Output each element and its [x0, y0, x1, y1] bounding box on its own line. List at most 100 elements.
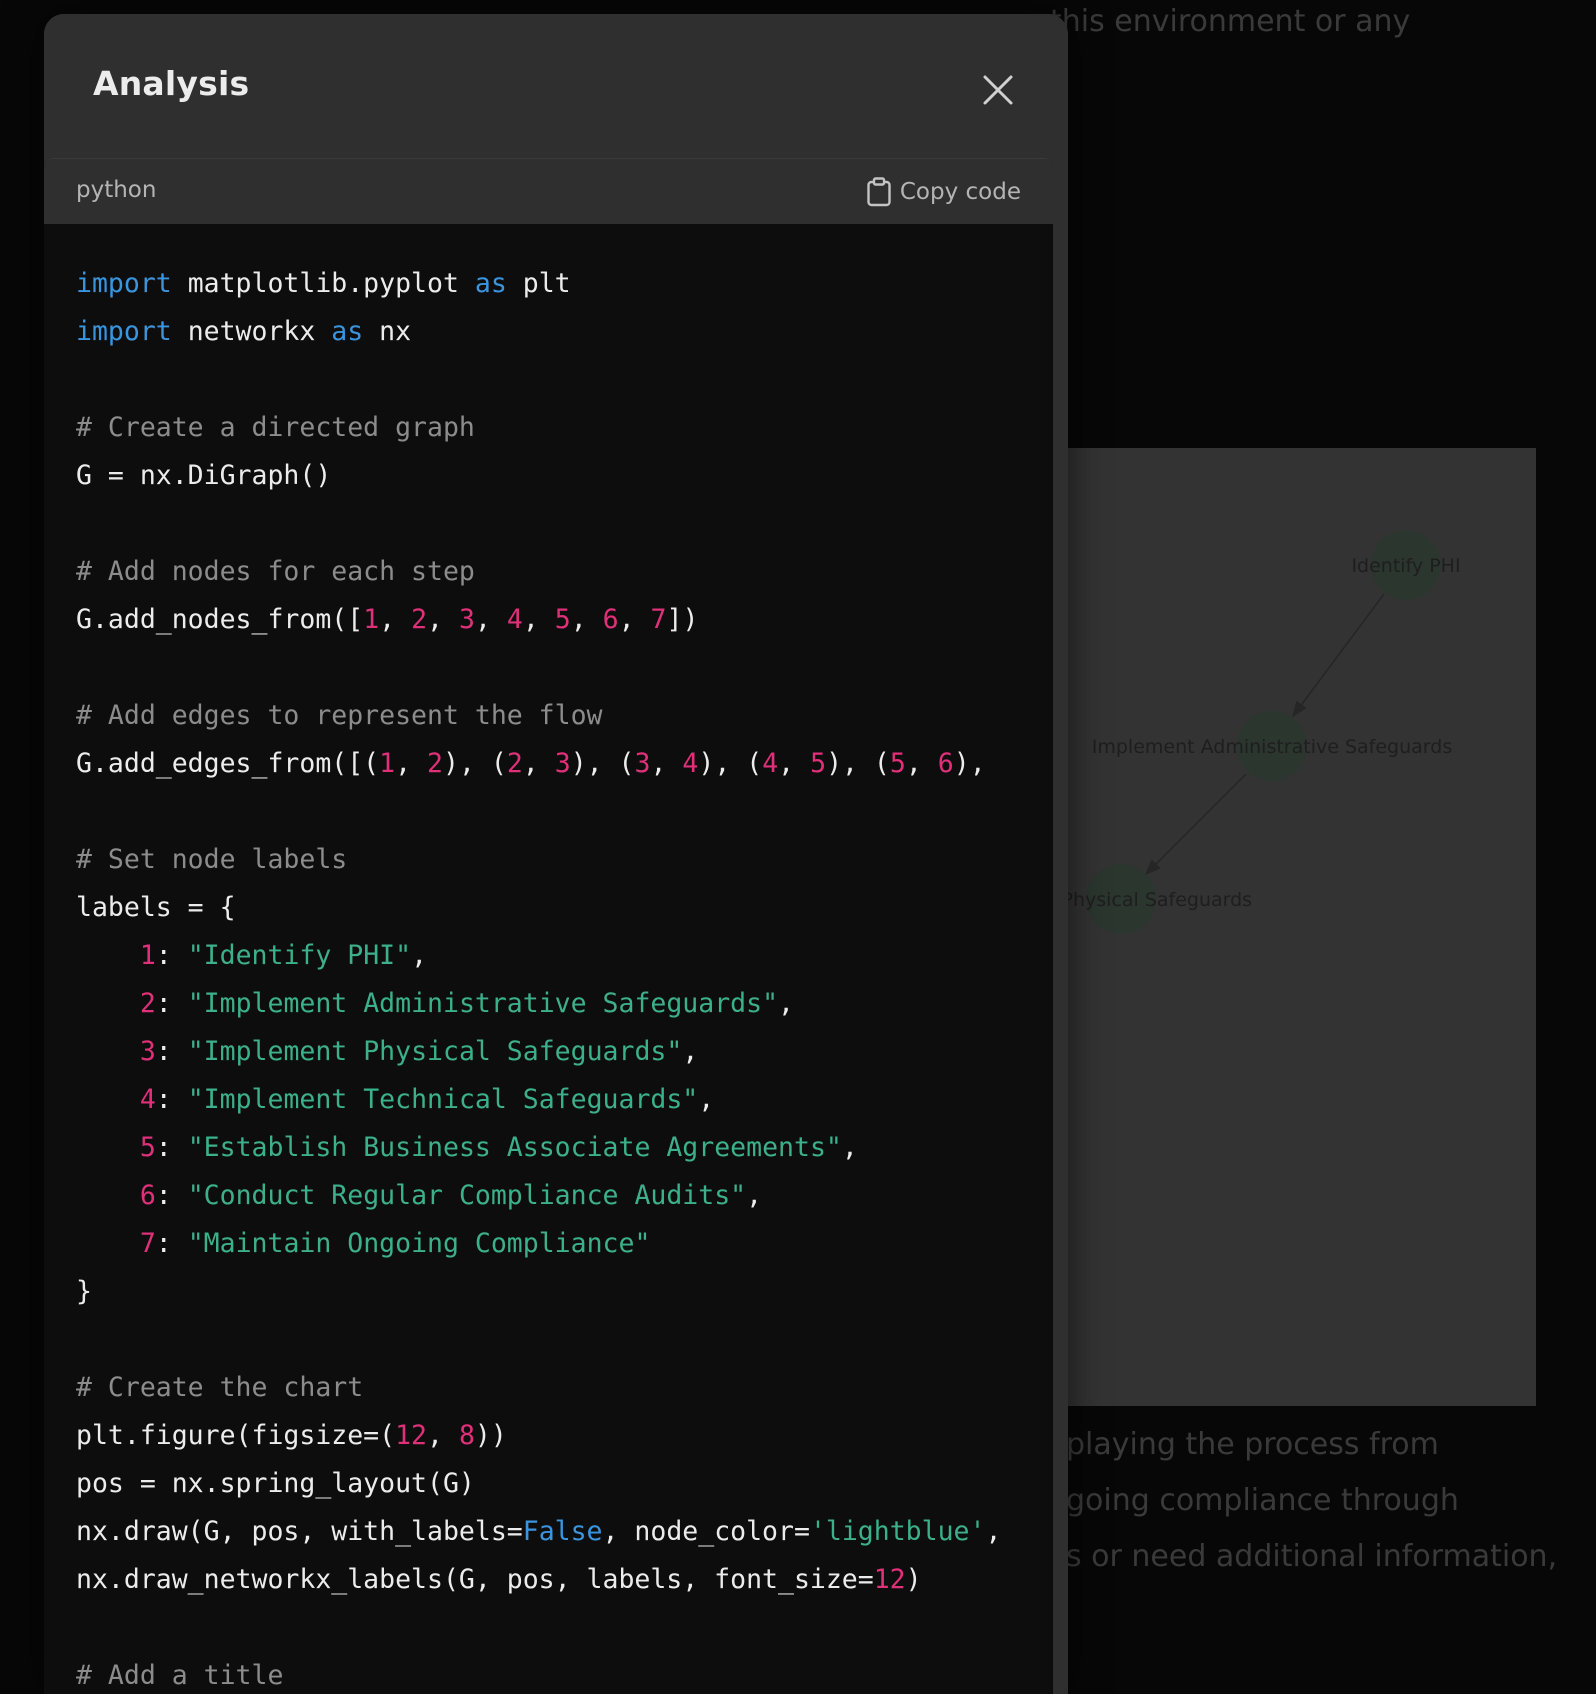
code-token: plt.figure(figsize=( [76, 1420, 396, 1451]
code-line: } [76, 1268, 1053, 1316]
code-line: labels = { [76, 884, 1053, 932]
code-token: , [379, 604, 412, 635]
code-line: # Set node labels [76, 836, 1053, 884]
code-line: G.add_nodes_from([1, 2, 3, 4, 5, 6, 7]) [76, 596, 1053, 644]
code-token: nx.draw(G, pos, with_labels= [76, 1516, 523, 1547]
code-line: ​ [76, 1316, 1053, 1364]
code-content[interactable]: import matplotlib.pyplot as plt import ne… [76, 260, 1053, 1694]
code-line: # Add a title [76, 1652, 1053, 1694]
code-token: 5 [889, 748, 906, 779]
code-block-header: python Copy code [44, 158, 1053, 224]
code-token: ), [953, 748, 986, 779]
code-token: 'lightblue' [809, 1516, 986, 1547]
code-token: , [395, 748, 428, 779]
code-line: ​ [76, 644, 1053, 692]
code-token: )) [474, 1420, 507, 1451]
code-line: import matplotlib.pyplot as plt [76, 260, 1053, 308]
code-token: , [698, 1084, 715, 1115]
code-token: 1 [379, 748, 396, 779]
code-token: , [778, 748, 811, 779]
code-token: plt [506, 268, 571, 299]
code-token: G.add_edges_from([( [76, 748, 380, 779]
code-line: plt.figure(figsize=(12, 8)) [76, 1412, 1053, 1460]
close-button[interactable] [976, 68, 1020, 112]
code-token: ]) [666, 604, 699, 635]
code-token: 4 [762, 748, 779, 779]
code-token: ), ( [826, 748, 890, 779]
code-token: : [155, 940, 188, 971]
graph-node-label-1: Identify PHI [1351, 555, 1460, 577]
code-token: 4 [139, 1084, 156, 1115]
copy-code-button[interactable]: Copy code [866, 171, 1021, 213]
code-token: import [76, 316, 172, 347]
code-token: , [985, 1516, 1002, 1547]
code-token: 6 [937, 748, 954, 779]
code-token: 12 [873, 1564, 906, 1595]
code-token: 5 [810, 748, 827, 779]
code-line: 2: "Implement Administrative Safeguards"… [76, 980, 1053, 1028]
code-token: , [570, 604, 603, 635]
code-line: # Add edges to represent the flow [76, 692, 1053, 740]
modal-title: Analysis [93, 64, 250, 103]
background-text-line-2: going compliance through [1066, 1483, 1459, 1518]
code-token: 6 [602, 604, 619, 635]
analysis-modal: Analysis python Copy code import matplot… [44, 14, 1068, 1694]
code-token: G = nx.DiGraph() [76, 460, 332, 491]
copy-code-label: Copy code [899, 179, 1021, 205]
code-token: 8 [458, 1420, 475, 1451]
code-token: : [155, 1180, 188, 1211]
code-token: , [474, 604, 507, 635]
code-token: 3 [634, 748, 651, 779]
code-line: ​ [76, 1604, 1053, 1652]
code-token: "Conduct Regular Compliance Audits" [187, 1180, 747, 1211]
code-token: , [522, 748, 555, 779]
code-token: # Set node labels [76, 844, 348, 875]
code-token: # Add a title [76, 1660, 284, 1691]
code-line: 6: "Conduct Regular Compliance Audits", [76, 1172, 1053, 1220]
code-token: , [778, 988, 794, 1019]
code-token: 1 [363, 604, 380, 635]
code-token: nx.draw_networkx_labels(G, pos, labels, … [76, 1564, 874, 1595]
code-token: as [331, 316, 364, 347]
code-line: ​ [76, 356, 1053, 404]
code-line: 4: "Implement Technical Safeguards", [76, 1076, 1053, 1124]
graph-edge-1-2 [1292, 593, 1385, 718]
code-token: 3 [139, 1036, 156, 1067]
code-token: 4 [506, 604, 523, 635]
code-token: 2 [427, 748, 443, 779]
code-token: 6 [139, 1180, 156, 1211]
graph-edge-2-3 [1144, 773, 1247, 876]
code-token: } [76, 1276, 92, 1307]
code-token: , [905, 748, 938, 779]
code-token: , node_color= [602, 1516, 810, 1547]
code-line: 7: "Maintain Ongoing Compliance" [76, 1220, 1053, 1268]
graph-plot-svg: Identify PHI Implement Administrative Sa… [1048, 530, 1461, 934]
code-line: pos = nx.spring_layout(G) [76, 1460, 1053, 1508]
code-line: nx.draw_networkx_labels(G, pos, labels, … [76, 1556, 1053, 1604]
code-token: 2 [139, 988, 156, 1019]
code-token: 7 [650, 604, 667, 635]
clipboard-icon [867, 177, 891, 207]
code-line: nx.draw(G, pos, with_labels=False, node_… [76, 1508, 1053, 1556]
code-token: ) [905, 1564, 922, 1595]
code-token: 2 [411, 604, 428, 635]
code-token: "Identify PHI" [187, 940, 412, 971]
code-token: False [522, 1516, 603, 1547]
code-token: "Implement Administrative Safeguards" [187, 988, 779, 1019]
code-token: pos = nx.spring_layout(G) [76, 1468, 475, 1499]
code-line: G.add_edges_from([(1, 2), (2, 3), (3, 4)… [76, 740, 1053, 788]
code-token: import [76, 268, 172, 299]
code-token: matplotlib.pyplot [171, 268, 475, 299]
code-line: # Create the chart [76, 1364, 1053, 1412]
code-token: , [682, 1036, 699, 1067]
code-token: : [155, 988, 188, 1019]
code-token: , [746, 1180, 763, 1211]
code-token: 5 [139, 1132, 156, 1163]
code-scrollbar[interactable] [1053, 160, 1067, 1328]
background-text-top: this environment or any [1050, 4, 1411, 39]
code-token: : [155, 1228, 188, 1259]
